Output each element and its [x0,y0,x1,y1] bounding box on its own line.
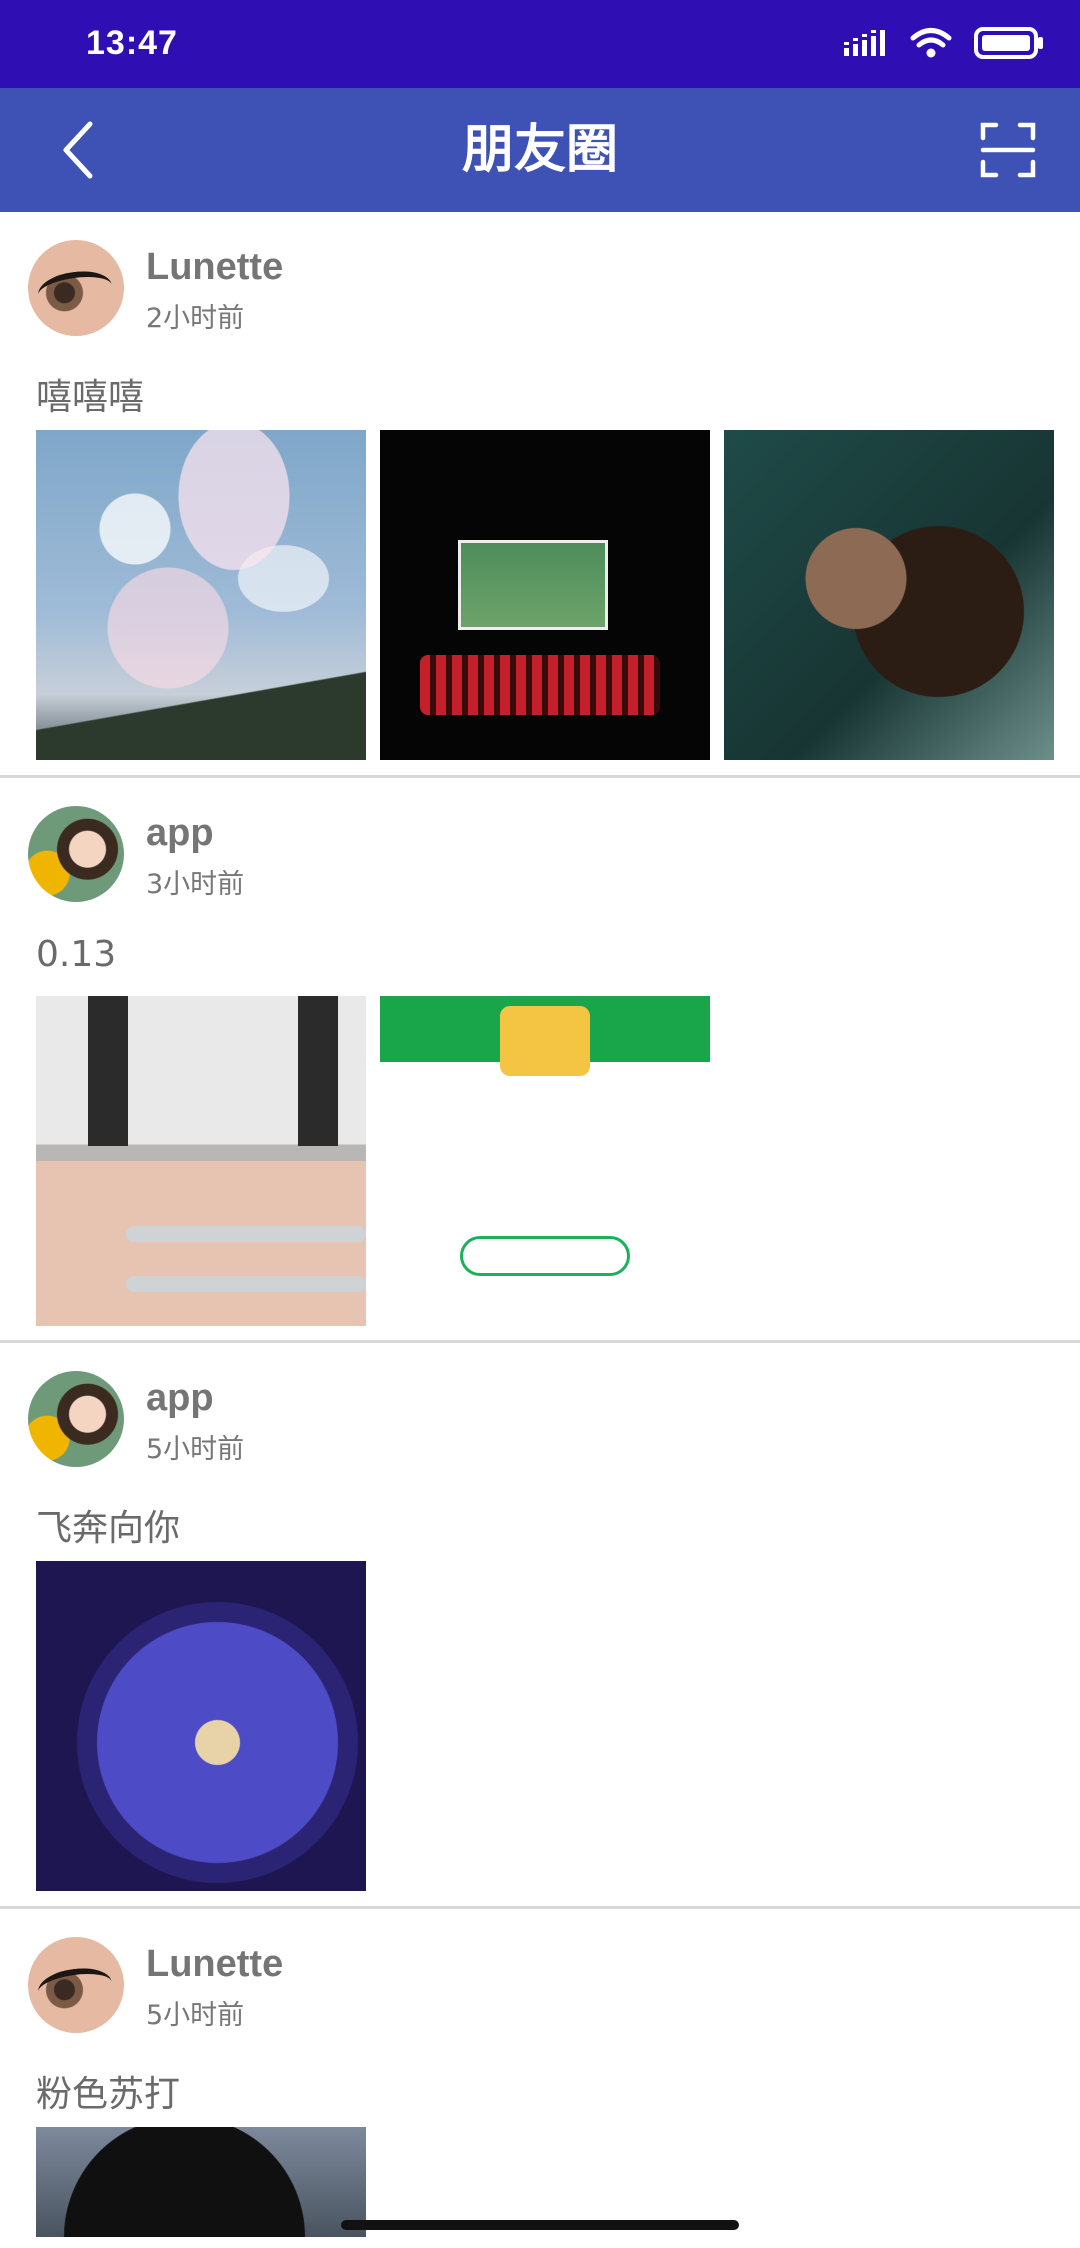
post-photo[interactable] [380,430,710,760]
post-time: 3小时前 [146,869,245,900]
post-time: 2小时前 [146,303,245,334]
avatar[interactable] [28,1937,124,2033]
post-time: 5小时前 [146,2000,245,2031]
avatar[interactable] [28,1371,124,1467]
post: Lunette 2小时前 嘻嘻嘻 [0,212,1080,776]
post-text: 飞奔向你 [36,1508,181,1549]
post-username[interactable]: Lunette [146,1943,283,1986]
avatar[interactable] [28,240,124,336]
post: app 5小时前 飞奔向你 [0,1343,1080,1905]
moments-screen: 13:47 朋友圈 Lunette 2小时前 嘻嘻嘻 app 3小时前 0.13… [0,0,1080,2248]
signal-icon [844,30,885,56]
home-indicator[interactable] [341,2220,739,2230]
avatar[interactable] [28,806,124,902]
post-username[interactable]: Lunette [146,246,283,289]
page-title: 朋友圈 [461,120,618,180]
post-time: 5小时前 [146,1434,245,1465]
post-text: 嘻嘻嘻 [36,377,145,418]
scan-button[interactable] [976,118,1040,182]
post-username[interactable]: app [146,812,214,855]
post-photo[interactable] [724,430,1054,760]
battery-icon [974,27,1043,59]
post-photo[interactable] [36,2127,366,2237]
status-bar: 13:47 [0,0,1080,88]
app-bar: 朋友圈 [0,88,1080,212]
status-time: 13:47 [86,24,178,62]
wifi-icon [910,28,952,58]
scan-icon [980,122,1036,178]
post-photo[interactable] [36,996,366,1326]
status-icons [844,26,1044,60]
post-text: 0.13 [36,934,117,975]
post-text: 粉色苏打 [36,2074,181,2115]
post: app 3小时前 0.13 [0,778,1080,1340]
post-photo[interactable] [36,1561,366,1891]
post: Lunette 5小时前 粉色苏打 [0,1909,1080,2248]
post-photo[interactable] [380,996,710,1326]
post-photo[interactable] [36,430,366,760]
post-username[interactable]: app [146,1377,214,1420]
